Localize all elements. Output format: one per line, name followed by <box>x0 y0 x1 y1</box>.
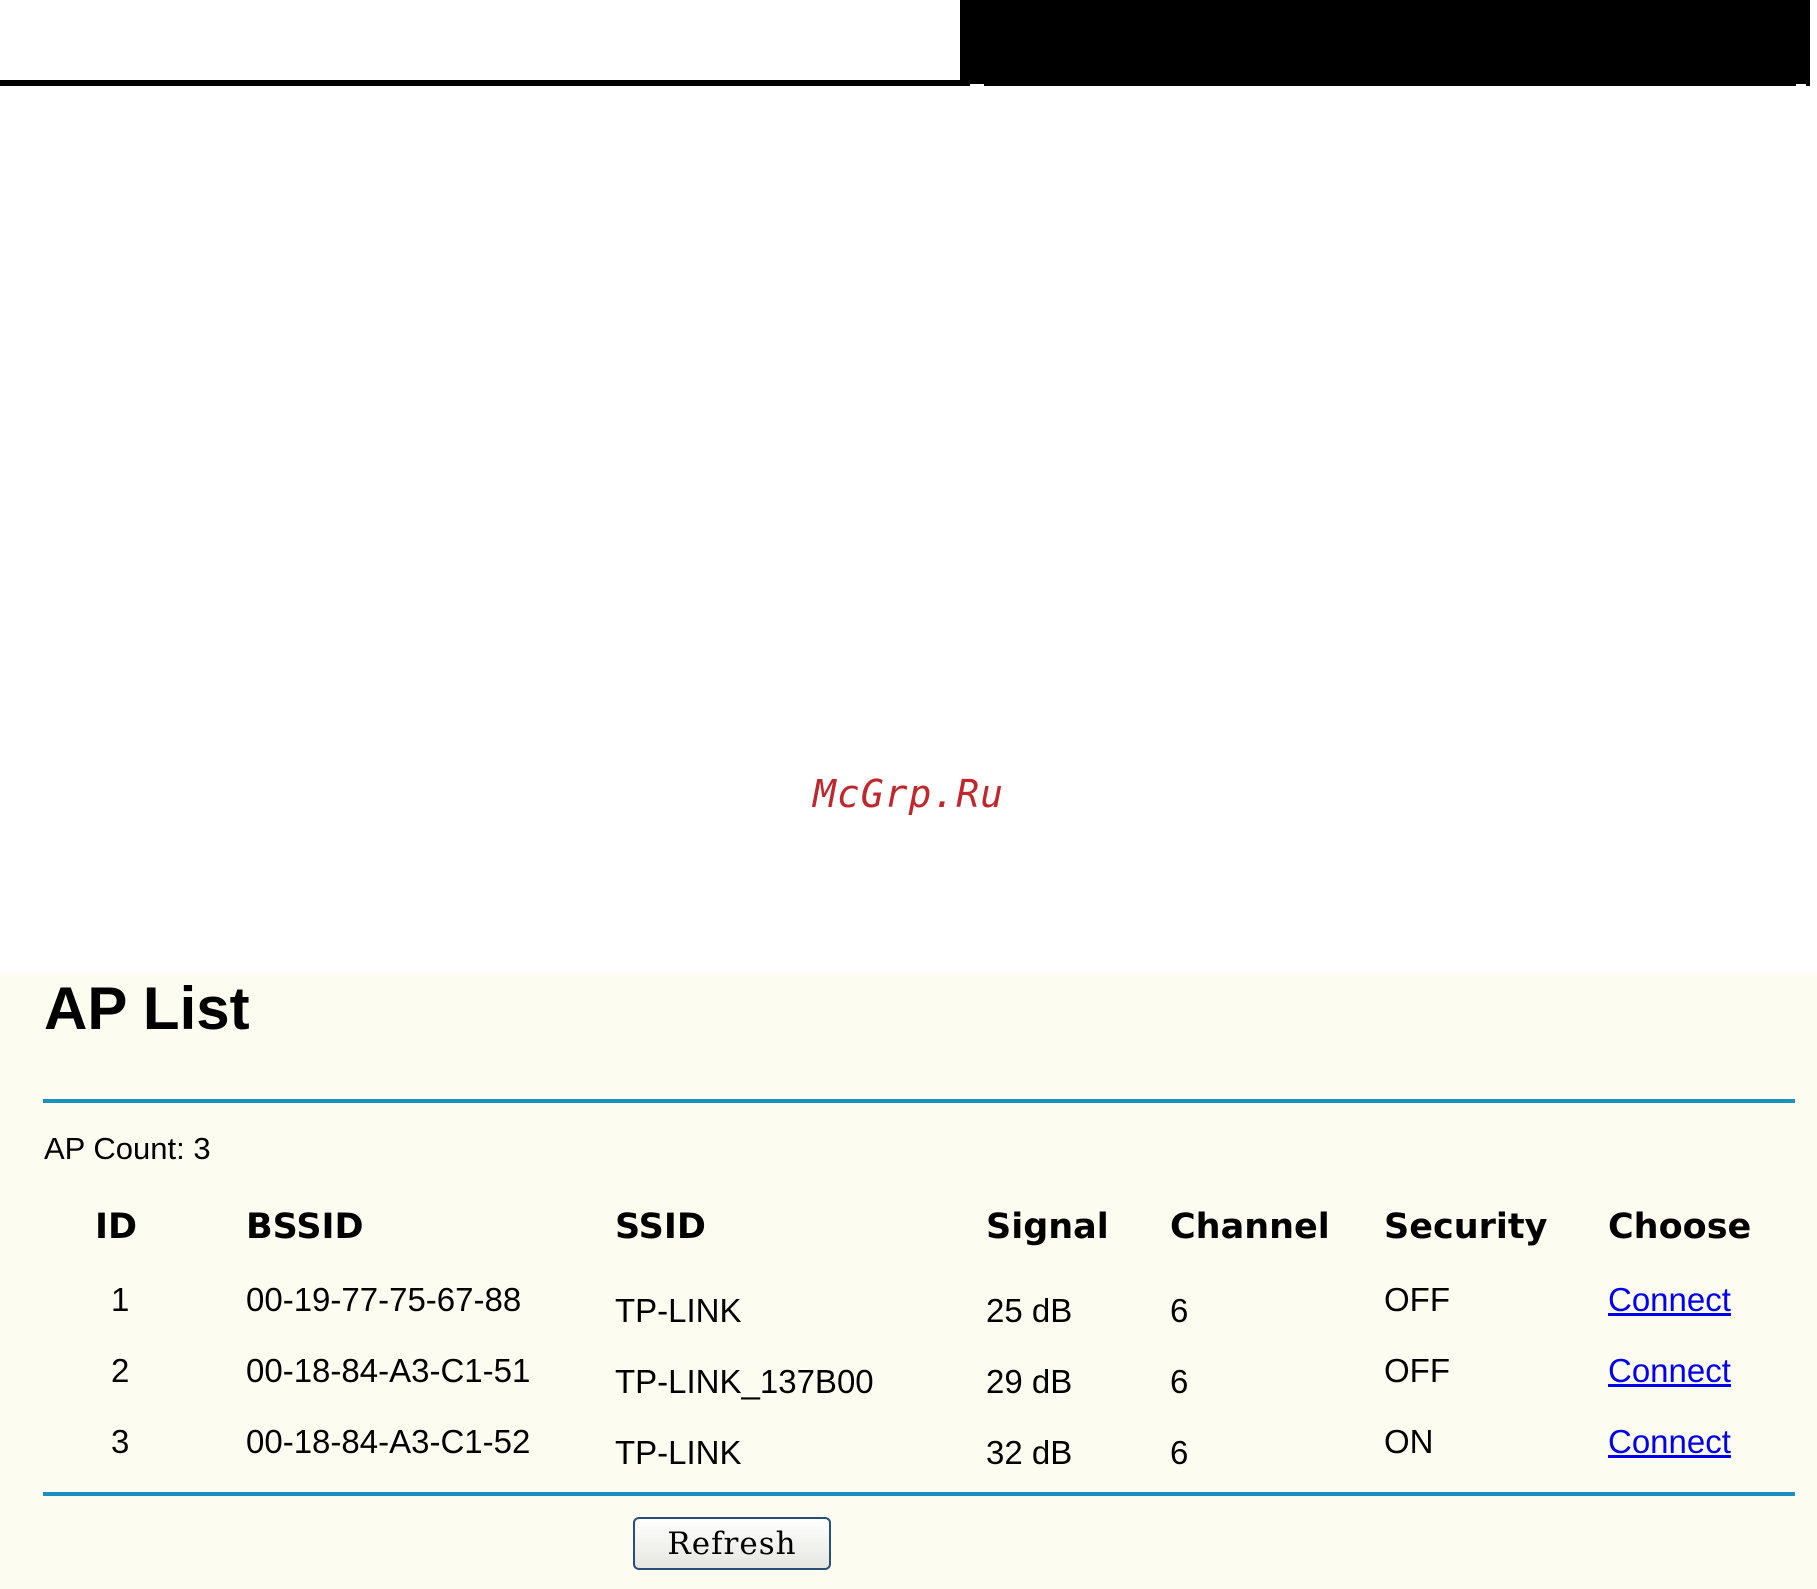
row1-id: 1 <box>111 1281 130 1318</box>
header-bssid: BSSID <box>246 1207 364 1247</box>
watermark-text: McGrp.Ru <box>812 772 1005 816</box>
bottom-divider <box>43 1492 1795 1496</box>
row1-channel: 6 <box>1170 1292 1189 1329</box>
row2-bssid: 00-18-84-A3-C1-51 <box>246 1352 531 1389</box>
header-ssid: SSID <box>615 1207 706 1247</box>
row3-security: ON <box>1384 1423 1434 1460</box>
header-choose: Choose <box>1608 1207 1752 1247</box>
row2-channel: 6 <box>1170 1363 1189 1400</box>
block-notch-right <box>1796 84 1806 86</box>
row3-connect-link[interactable]: Connect <box>1608 1423 1731 1461</box>
row3-ssid: TP-LINK <box>615 1434 742 1471</box>
header-channel: Channel <box>1170 1207 1330 1247</box>
row2-ssid: TP-LINK_137B00 <box>615 1363 874 1400</box>
row1-security: OFF <box>1384 1281 1450 1318</box>
ap-count-label: AP Count: <box>44 1131 185 1166</box>
row1-ssid: TP-LINK <box>615 1292 742 1329</box>
header-id: ID <box>95 1207 138 1247</box>
row3-id: 3 <box>111 1423 130 1460</box>
row2-security: OFF <box>1384 1352 1450 1389</box>
page-title: AP List <box>44 975 250 1042</box>
top-divider <box>43 1099 1795 1103</box>
ap-list-panel: AP List AP Count: 3 ID BSSID SSID Signal… <box>0 973 1817 1589</box>
row1-connect-link[interactable]: Connect <box>1608 1281 1731 1319</box>
header-security: Security <box>1384 1207 1548 1247</box>
top-black-block <box>960 0 1810 86</box>
refresh-button[interactable]: Refresh <box>633 1517 831 1570</box>
ap-count: AP Count: 3 <box>44 1131 211 1167</box>
row2-connect-link[interactable]: Connect <box>1608 1352 1731 1390</box>
ap-count-value: 3 <box>193 1131 211 1166</box>
block-notch-left <box>970 84 984 86</box>
row1-signal: 25 dB <box>986 1292 1073 1329</box>
row2-signal: 29 dB <box>986 1363 1073 1400</box>
row3-signal: 32 dB <box>986 1434 1073 1471</box>
row3-bssid: 00-18-84-A3-C1-52 <box>246 1423 531 1460</box>
row1-bssid: 00-19-77-75-67-88 <box>246 1281 522 1318</box>
row2-id: 2 <box>111 1352 130 1389</box>
header-signal: Signal <box>986 1207 1109 1247</box>
top-black-rule <box>0 80 960 86</box>
row3-channel: 6 <box>1170 1434 1189 1471</box>
